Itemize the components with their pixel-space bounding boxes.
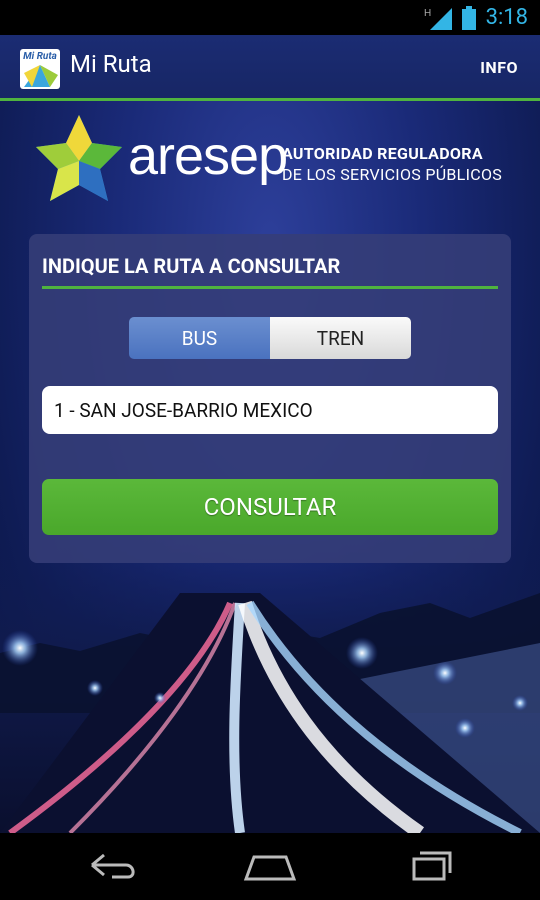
night-highway-image	[0, 533, 540, 833]
logo-subtitle-line1: AUTORIDAD REGULADORA	[282, 144, 483, 163]
app-logo-icon	[24, 65, 58, 87]
route-select[interactable]: 1 - SAN JOSE-BARRIO MEXICO	[42, 386, 498, 434]
recent-apps-icon[interactable]	[398, 845, 458, 885]
main-content: aresep AUTORIDAD REGULADORA DE LOS SERVI…	[0, 101, 540, 833]
signal-type-label: H	[424, 8, 431, 19]
card-divider	[42, 286, 498, 289]
aresep-wordmark: aresep	[128, 126, 288, 186]
clock: 3:18	[485, 5, 528, 30]
route-query-card: INDIQUE LA RUTA A CONSULTAR BUS TREN 1 -…	[29, 234, 511, 563]
logo-subtitle-line2: DE LOS SERVICIOS PÚBLICOS	[282, 165, 503, 184]
consultar-button[interactable]: CONSULTAR	[42, 479, 498, 535]
signal-icon: H	[424, 7, 452, 30]
app-icon[interactable]: Mi Ruta	[20, 49, 60, 89]
action-bar: Mi Ruta Mi Ruta INFO	[0, 35, 540, 101]
battery-icon	[461, 5, 476, 30]
info-button[interactable]: INFO	[480, 58, 518, 77]
tab-bus[interactable]: BUS	[129, 317, 270, 359]
status-bar: H 3:18	[0, 0, 540, 35]
app-title: Mi Ruta	[70, 50, 152, 78]
transport-type-toggle: BUS TREN	[129, 317, 411, 359]
home-icon[interactable]	[240, 845, 300, 885]
navigation-bar	[0, 833, 540, 900]
card-title: INDIQUE LA RUTA A CONSULTAR	[42, 254, 341, 278]
aresep-logo: aresep AUTORIDAD REGULADORA DE LOS SERVI…	[36, 113, 506, 208]
aresep-star-icon	[36, 115, 122, 201]
back-icon[interactable]	[82, 845, 142, 885]
tab-tren[interactable]: TREN	[270, 317, 411, 359]
